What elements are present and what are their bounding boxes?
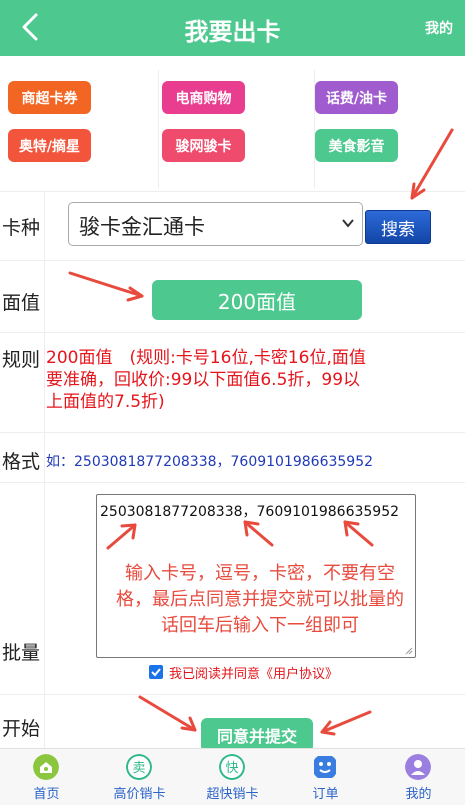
category-button-aote[interactable]: 奥特/摘星	[8, 129, 91, 162]
value-label: 面值	[2, 292, 41, 314]
tab-high-price[interactable]: 卖 高价销卡	[93, 749, 186, 805]
batch-hint-text: 输入卡号，逗号，卡密，不要有空格，最后点同意并提交就可以批量的话回车后输入下一组…	[116, 563, 404, 636]
tab-fast-sell[interactable]: 快 超快销卡	[186, 749, 279, 805]
tab-orders[interactable]: 订单	[279, 749, 372, 805]
svg-text:卖: 卖	[132, 761, 145, 776]
category-button-phone-fuel[interactable]: 话费/油卡	[315, 81, 398, 114]
start-label: 开始	[2, 718, 41, 740]
resize-handle-icon[interactable]	[405, 647, 413, 655]
card-type-value: 骏卡金汇通卡	[79, 215, 205, 239]
agreement-row[interactable]: 我已阅读并同意 《用户协议》	[149, 663, 338, 682]
format-label: 格式	[2, 451, 41, 473]
agree-submit-button[interactable]: 同意并提交	[201, 718, 313, 752]
category-button-supermarket[interactable]: 商超卡券	[8, 81, 91, 114]
bottom-tab-bar: 首页 卖 高价销卡 快 超快销卡 订单 我的	[0, 748, 465, 805]
rule-text: 200面值 (规则:卡号16位,卡密16位,面值要准确，回收价:99以下面值6.…	[46, 348, 366, 412]
format-example: 如：2503081877208338，7609101986635952	[46, 454, 374, 470]
tab-label: 首页	[33, 787, 60, 802]
sell-icon: 卖	[126, 754, 152, 780]
batch-input-value: 2503081877208338，7609101986635952	[100, 504, 400, 520]
rule-label: 规则	[2, 349, 41, 371]
top-header: 我要出卡 我的	[0, 0, 465, 56]
search-button[interactable]: 搜索	[365, 210, 431, 244]
value-option-button[interactable]: 200面值	[152, 280, 362, 320]
svg-text:快: 快	[225, 761, 238, 776]
category-button-junka[interactable]: 骏网骏卡	[162, 129, 245, 162]
user-agreement-link[interactable]: 《用户协议》	[260, 663, 338, 682]
tab-profile[interactable]: 我的	[372, 749, 465, 805]
tab-label: 我的	[405, 787, 432, 802]
category-panel: 商超卡券 电商购物 话费/油卡 奥特/摘星 骏网骏卡 美食影音	[0, 56, 465, 191]
tab-label: 订单	[312, 787, 339, 802]
divider	[158, 70, 159, 188]
agree-checkbox[interactable]	[149, 665, 163, 679]
category-button-ecommerce[interactable]: 电商购物	[162, 81, 245, 114]
checkmark-icon	[151, 668, 161, 677]
card-type-select[interactable]: 骏卡金汇通卡	[68, 202, 363, 246]
tab-label: 超快销卡	[206, 787, 259, 802]
card-type-label: 卡种	[2, 217, 41, 239]
tab-home[interactable]: 首页	[0, 749, 93, 805]
page-title: 我要出卡	[184, 18, 281, 46]
order-icon	[314, 756, 336, 778]
agree-text: 我已阅读并同意	[169, 666, 261, 682]
home-icon	[33, 754, 59, 780]
chevron-down-icon	[342, 219, 354, 228]
my-account-link[interactable]: 我的	[425, 18, 453, 38]
fast-icon: 快	[219, 754, 245, 780]
tab-label: 高价销卡	[113, 787, 166, 802]
profile-icon	[405, 754, 431, 780]
batch-label: 批量	[2, 642, 41, 664]
category-button-food-media[interactable]: 美食影音	[315, 129, 398, 162]
